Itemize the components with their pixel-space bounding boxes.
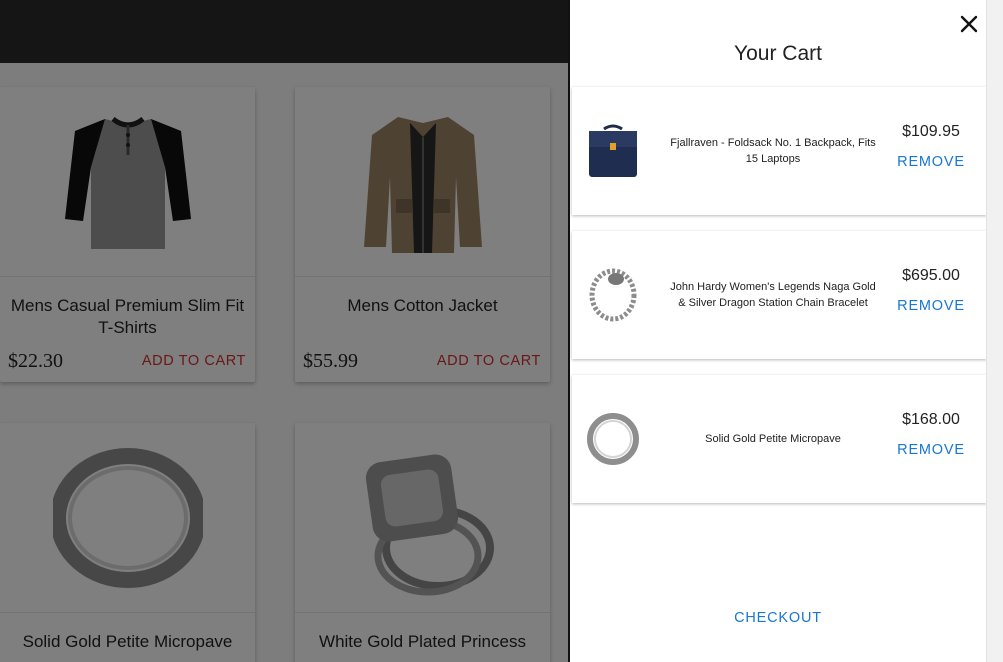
cart-drawer: Your Cart Fjallraven - Foldsack No. 1 Ba… <box>568 0 1003 662</box>
scrollbar[interactable] <box>986 0 1003 662</box>
cart-title: Your Cart <box>734 42 822 65</box>
backdrop-overlay[interactable] <box>0 0 568 662</box>
remove-button[interactable]: REMOVE <box>890 442 972 458</box>
cart-item-price: $695.00 <box>902 267 960 284</box>
cart-item: Fjallraven - Foldsack No. 1 Backpack, Fi… <box>572 87 987 215</box>
cart-item-thumbnail <box>586 267 640 323</box>
close-icon[interactable] <box>957 12 981 36</box>
cart-item-price: $109.95 <box>902 123 960 140</box>
cart-item-thumbnail <box>586 123 640 179</box>
cart-item-name: Fjallraven - Foldsack No. 1 Backpack, Fi… <box>670 137 876 165</box>
cart-item-name: John Hardy Women's Legends Naga Gold & S… <box>670 281 876 309</box>
cart-item-name: Solid Gold Petite Micropave <box>705 433 841 445</box>
cart-item: John Hardy Women's Legends Naga Gold & S… <box>572 231 987 359</box>
remove-button[interactable]: REMOVE <box>890 298 972 314</box>
shop-page: Mens Casual Premium Slim Fit T-Shirts $2… <box>0 0 1003 662</box>
cart-item: Solid Gold Petite Micropave $168.00 REMO… <box>572 375 987 503</box>
remove-button[interactable]: REMOVE <box>890 154 972 170</box>
bracelet-image <box>589 268 637 322</box>
checkout-button[interactable]: CHECKOUT <box>570 610 986 626</box>
ring-image <box>587 413 639 465</box>
backpack-image <box>589 124 637 177</box>
cart-item-price: $168.00 <box>902 411 960 428</box>
cart-item-thumbnail <box>586 411 640 467</box>
